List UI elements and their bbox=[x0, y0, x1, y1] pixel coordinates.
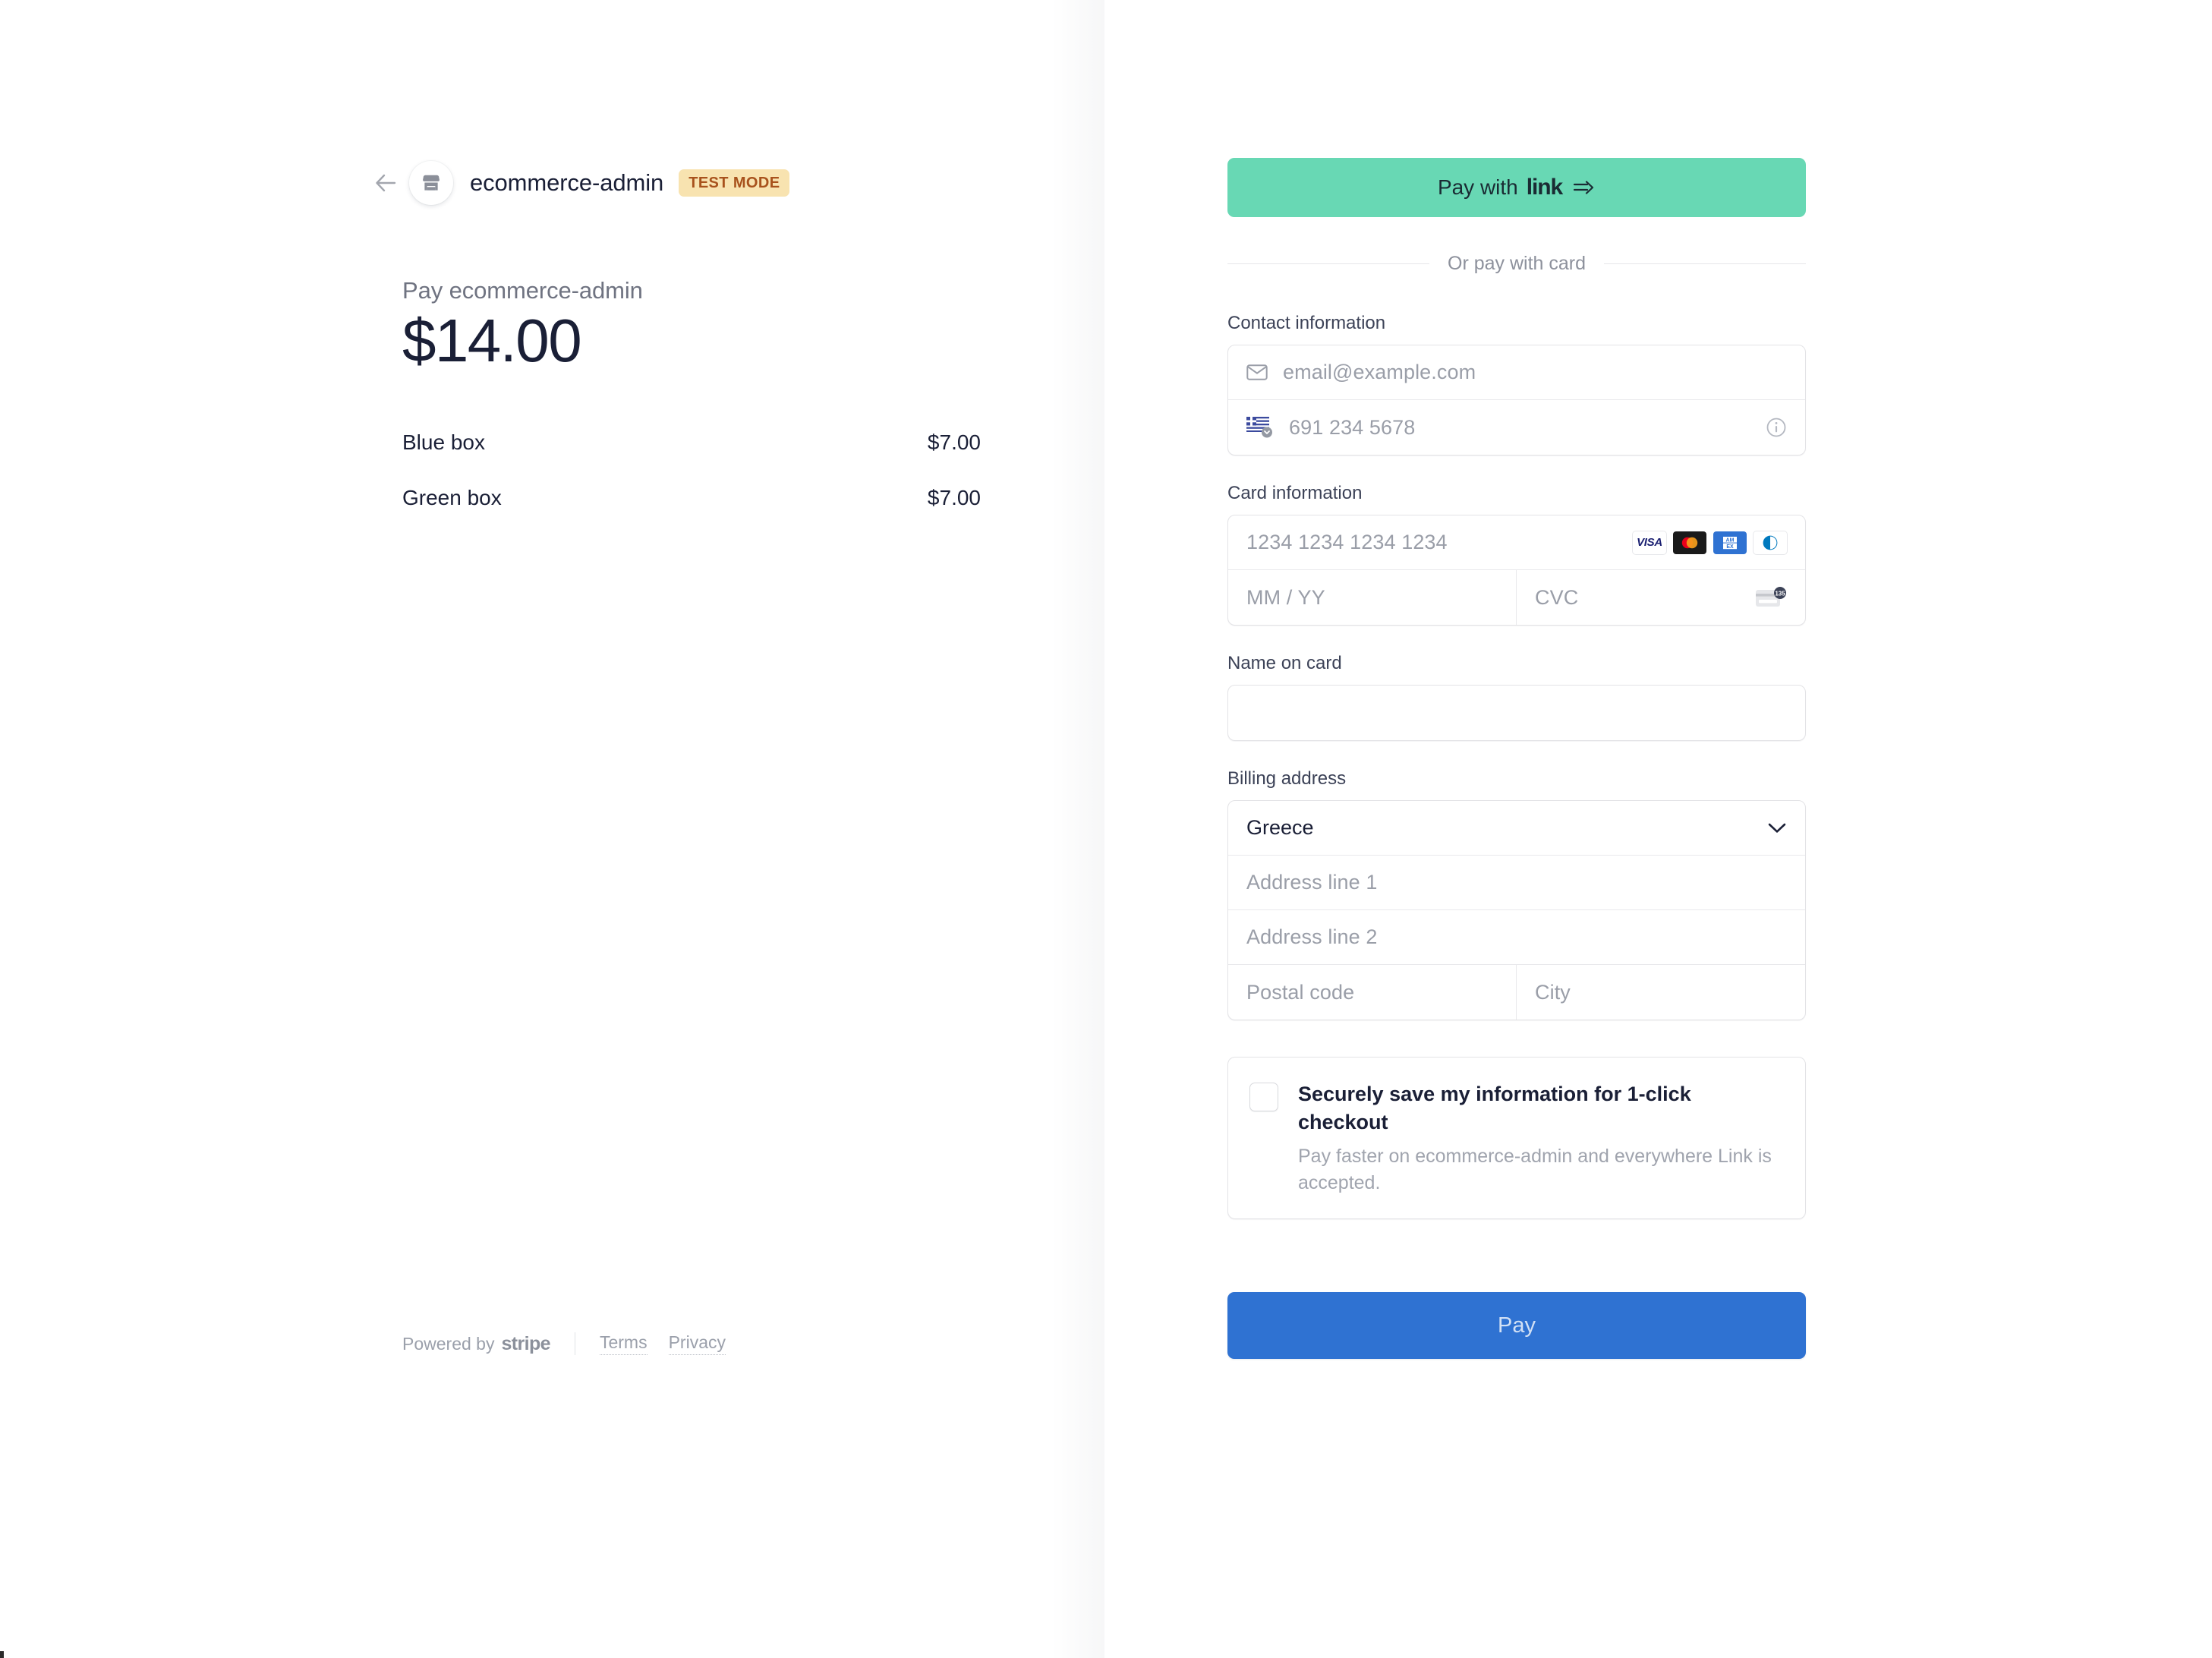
visa-label: VISA bbox=[1637, 536, 1662, 549]
name-on-card-label: Name on card bbox=[1227, 653, 1342, 673]
svg-text:AM: AM bbox=[1726, 537, 1735, 543]
amex-icon: AM EX bbox=[1713, 531, 1747, 554]
postal-code-field[interactable]: Postal code bbox=[1228, 965, 1517, 1020]
info-circle-icon[interactable] bbox=[1766, 417, 1787, 438]
postal-code-placeholder: Postal code bbox=[1246, 980, 1355, 1004]
name-on-card-section: Name on card bbox=[1227, 653, 1806, 741]
card-information-label: Card information bbox=[1227, 483, 1363, 503]
chevron-down-icon bbox=[1767, 822, 1787, 834]
phone-field[interactable]: 691 234 5678 bbox=[1228, 400, 1805, 455]
list-item: Blue box $7.00 bbox=[402, 430, 981, 455]
billing-address-section: Billing address Greece Address line 1 Ad… bbox=[1227, 768, 1806, 1020]
envelope-icon bbox=[1246, 364, 1268, 381]
line-item-name: Blue box bbox=[402, 430, 485, 454]
footer: Powered by stripe Terms Privacy bbox=[402, 1332, 726, 1355]
greece-flag-icon[interactable] bbox=[1246, 416, 1274, 439]
pay-button[interactable]: Pay bbox=[1227, 1292, 1806, 1360]
payment-form-panel: Pay with link Or pay with card Contact i… bbox=[1104, 0, 2212, 1658]
card-number-field[interactable]: 1234 1234 1234 1234 VISA AM EX bbox=[1228, 515, 1805, 570]
divider-line-right bbox=[1604, 263, 1807, 264]
link-button-prefix: Pay with bbox=[1437, 175, 1518, 199]
powered-by-label: Powered by bbox=[402, 1333, 495, 1354]
powered-by-stripe: Powered by stripe bbox=[402, 1332, 551, 1355]
address-line-1-placeholder: Address line 1 bbox=[1246, 871, 1378, 894]
link-arrow-icon bbox=[1573, 180, 1596, 195]
svg-text:EX: EX bbox=[1726, 544, 1734, 550]
postal-city-row: Postal code City bbox=[1228, 965, 1805, 1020]
line-item-name: Green box bbox=[402, 486, 502, 509]
country-select[interactable]: Greece bbox=[1228, 801, 1805, 856]
card-number-placeholder: 1234 1234 1234 1234 bbox=[1246, 531, 1448, 553]
merchant-name: ecommerce-admin bbox=[470, 169, 664, 196]
avatar bbox=[409, 161, 453, 205]
address-line-2-field[interactable]: Address line 2 bbox=[1228, 910, 1805, 965]
link-logo: link bbox=[1526, 175, 1563, 200]
save-information-title: Securely save my information for 1-click… bbox=[1298, 1083, 1691, 1133]
cvc-card-icon: 135 bbox=[1755, 586, 1787, 609]
contact-information-label: Contact information bbox=[1227, 313, 1386, 333]
order-summary-content: ecommerce-admin TEST MODE Pay ecommerce-… bbox=[376, 159, 987, 541]
line-items-list: Blue box $7.00 Green box $7.00 bbox=[402, 430, 987, 510]
corner-artifact bbox=[0, 1651, 4, 1658]
city-placeholder: City bbox=[1535, 980, 1571, 1004]
card-expiry-field[interactable]: MM / YY bbox=[1228, 570, 1517, 625]
pay-with-link-button[interactable]: Pay with link bbox=[1227, 158, 1806, 217]
name-on-card-group bbox=[1227, 685, 1806, 741]
save-information-subtitle: Pay faster on ecommerce-admin and everyw… bbox=[1298, 1146, 1772, 1193]
stripe-logo: stripe bbox=[501, 1332, 550, 1354]
contact-information-section: Contact information email@example.com 69… bbox=[1227, 313, 1806, 455]
address-line-1-field[interactable]: Address line 1 bbox=[1228, 856, 1805, 910]
storefront-icon bbox=[423, 175, 440, 191]
billing-address-label: Billing address bbox=[1227, 768, 1347, 789]
city-field[interactable]: City bbox=[1517, 965, 1805, 1020]
list-item: Green box $7.00 bbox=[402, 486, 981, 510]
checkout-page: ecommerce-admin TEST MODE Pay ecommerce-… bbox=[0, 0, 2212, 1658]
line-item-price: $7.00 bbox=[927, 430, 981, 454]
privacy-link[interactable]: Privacy bbox=[668, 1332, 726, 1355]
total-amount: $14.00 bbox=[402, 307, 582, 374]
save-information-text: Securely save my information for 1-click… bbox=[1298, 1080, 1782, 1196]
divider-label: Or pay with card bbox=[1448, 253, 1587, 274]
mastercard-icon bbox=[1673, 531, 1706, 554]
card-cvc-field[interactable]: CVC 135 bbox=[1517, 570, 1805, 625]
card-field-group: 1234 1234 1234 1234 VISA AM EX MM / YY C… bbox=[1227, 515, 1806, 626]
payment-form: Pay with link Or pay with card Contact i… bbox=[1227, 158, 1807, 1360]
test-mode-badge: TEST MODE bbox=[679, 169, 790, 197]
or-pay-with-card-divider: Or pay with card bbox=[1227, 253, 1807, 275]
order-summary-panel: ecommerce-admin TEST MODE Pay ecommerce-… bbox=[0, 0, 1104, 1658]
phone-placeholder: 691 234 5678 bbox=[1289, 415, 1416, 439]
diners-club-icon bbox=[1754, 531, 1787, 554]
visa-icon: VISA bbox=[1633, 531, 1666, 554]
expiry-cvc-row: MM / YY CVC 135 bbox=[1228, 570, 1805, 625]
pay-to-label: Pay ecommerce-admin bbox=[402, 277, 643, 304]
back-arrow-icon[interactable] bbox=[368, 165, 403, 200]
contact-field-group: email@example.com 691 234 5678 bbox=[1227, 345, 1806, 455]
line-item-price: $7.00 bbox=[927, 486, 981, 509]
divider-line-left bbox=[1227, 263, 1429, 264]
expiry-placeholder: MM / YY bbox=[1246, 585, 1325, 609]
address-line-2-placeholder: Address line 2 bbox=[1246, 925, 1378, 948]
billing-address-group: Greece Address line 1 Address line 2 Pos… bbox=[1227, 800, 1806, 1020]
svg-text:135: 135 bbox=[1775, 590, 1785, 597]
name-on-card-field[interactable] bbox=[1228, 686, 1805, 740]
save-information-box[interactable]: Securely save my information for 1-click… bbox=[1227, 1057, 1806, 1220]
cvc-placeholder: CVC bbox=[1535, 585, 1579, 609]
terms-link[interactable]: Terms bbox=[599, 1332, 648, 1355]
country-value: Greece bbox=[1246, 816, 1314, 839]
accepted-card-brands: VISA AM EX bbox=[1633, 531, 1787, 554]
merchant-header: ecommerce-admin TEST MODE bbox=[368, 159, 987, 206]
save-information-checkbox[interactable] bbox=[1249, 1083, 1278, 1111]
email-placeholder: email@example.com bbox=[1283, 361, 1476, 383]
card-information-section: Card information 1234 1234 1234 1234 VIS… bbox=[1227, 483, 1806, 626]
email-field[interactable]: email@example.com bbox=[1228, 345, 1805, 400]
